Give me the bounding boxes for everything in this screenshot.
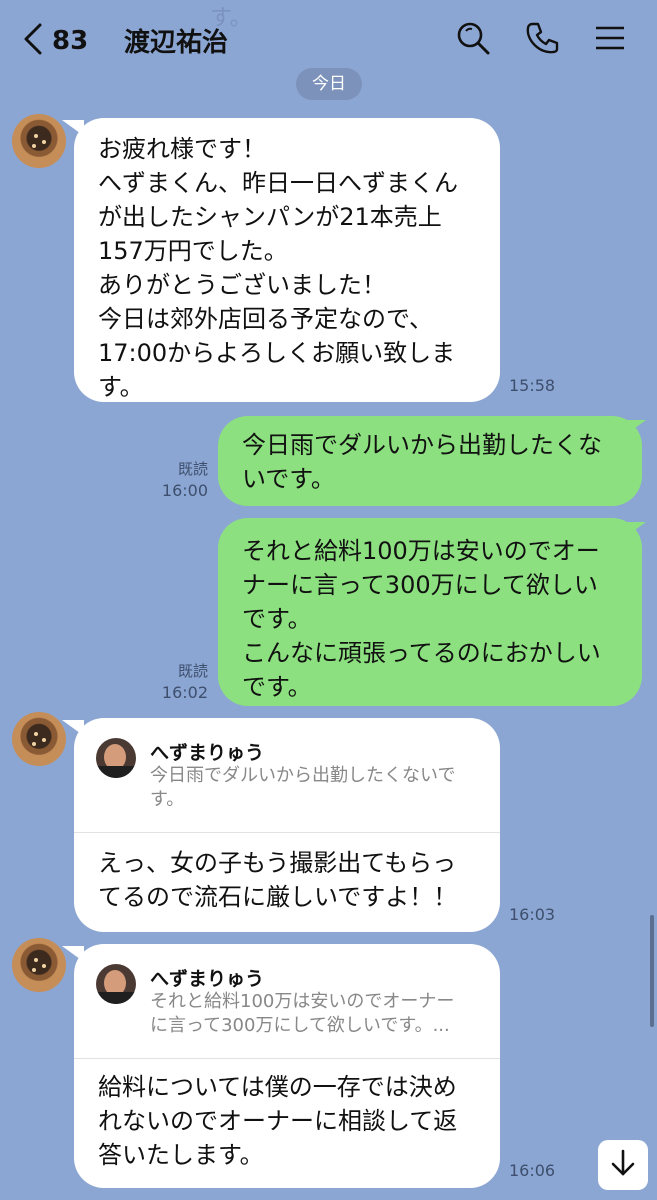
my-message-bubble[interactable]: それと給料100万は安いのでオー ナーに言って300万にして欲しい です。 こん… xyxy=(218,518,642,706)
chat-title: 渡辺祐治 xyxy=(124,28,229,58)
message-time: 15:58 xyxy=(509,376,556,395)
message-bubble[interactable]: お疲れ様です！ へずまくん、昨日一日へずまくん が出したシャンパンが21本売上 … xyxy=(74,118,500,402)
message-time: 16:03 xyxy=(509,905,556,924)
quoted-text: 今日雨でダルいから出勤したくないで す。 xyxy=(150,765,456,810)
message-text: お疲れ様です！ へずまくん、昨日一日へずまくん が出したシャンパンが21本売上 … xyxy=(98,135,458,401)
unread-count: 83 xyxy=(52,26,89,56)
message-text: えっ、女の子もう撮影出てもらっ てるので流石に厳しいですよ！！ xyxy=(98,849,458,911)
contact-avatar[interactable] xyxy=(12,114,66,168)
scroll-to-bottom-button[interactable] xyxy=(598,1140,648,1190)
message-text: 今日雨でダルいから出勤したくな いです。 xyxy=(242,431,602,493)
read-receipt: 既読 16:02 xyxy=(161,662,208,702)
reply-message-bubble[interactable]: へずまりゅう それと給料100万は安いのでオーナー に言って300万にして欲しい… xyxy=(74,944,500,1188)
menu-icon[interactable] xyxy=(592,20,628,56)
read-receipt: 既読 16:00 xyxy=(161,460,208,500)
arrow-down-icon xyxy=(610,1149,636,1181)
chat-header: す。 83 渡辺祐治 xyxy=(0,0,657,78)
my-message-bubble[interactable]: 今日雨でダルいから出勤したくな いです。 xyxy=(218,416,642,506)
message-text: 給料については僕の一存では決め れないのでオーナーに相談して返 答いたします。 xyxy=(98,1073,458,1169)
search-icon[interactable] xyxy=(455,20,491,56)
contact-avatar[interactable] xyxy=(12,712,66,766)
contact-avatar[interactable] xyxy=(12,938,66,992)
quoted-message[interactable]: へずまりゅう それと給料100万は安いのでオーナー に言って300万にして欲しい… xyxy=(74,944,500,1059)
back-button[interactable]: 83 xyxy=(22,22,88,60)
quoted-avatar xyxy=(96,738,136,778)
reply-message-bubble[interactable]: へずまりゅう 今日雨でダルいから出勤したくないで す。 えっ、女の子もう撮影出て… xyxy=(74,718,500,932)
chevron-left-icon xyxy=(22,22,44,60)
phone-icon[interactable] xyxy=(524,20,560,56)
message-text: それと給料100万は安いのでオー ナーに言って300万にして欲しい です。 こん… xyxy=(242,537,601,701)
quoted-text: それと給料100万は安いのでオーナー に言って300万にして欲しいです。... xyxy=(150,991,455,1036)
message-time: 16:06 xyxy=(509,1161,556,1180)
date-divider: 今日 xyxy=(296,68,362,100)
quoted-message[interactable]: へずまりゅう 今日雨でダルいから出勤したくないで す。 xyxy=(74,718,500,833)
scrollbar[interactable] xyxy=(650,915,654,1027)
quoted-avatar xyxy=(96,964,136,1004)
